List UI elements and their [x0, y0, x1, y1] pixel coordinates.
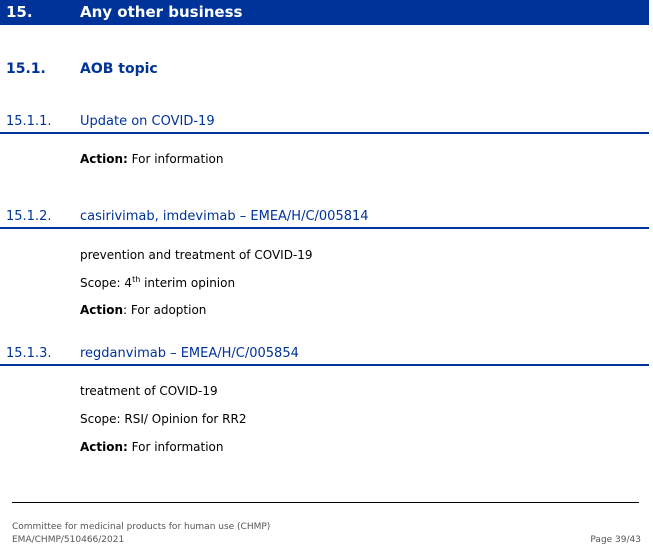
- subsection-number: 15.1.: [6, 61, 46, 77]
- item-title: casirivimab, imdevimab – EMEA/H/C/005814: [80, 209, 369, 224]
- page-number: Page 39/43: [590, 535, 641, 545]
- footer-reference: EMA/CHMP/510466/2021: [12, 535, 125, 545]
- item-action: Action: For adoption: [80, 303, 206, 317]
- action-value: : For adoption: [123, 303, 207, 317]
- item-heading-15-1-2: 15.1.2. casirivimab, imdevimab – EMEA/H/…: [0, 207, 649, 229]
- item-title: Update on COVID-19: [80, 114, 215, 129]
- section-number: 15.: [6, 3, 33, 21]
- section-title: Any other business: [80, 3, 243, 21]
- subsection-heading: 15.1. AOB topic: [0, 61, 649, 81]
- action-value: For information: [127, 152, 224, 166]
- scope-prefix: Scope: 4: [80, 276, 133, 290]
- subsection-title: AOB topic: [80, 61, 158, 77]
- scope-suffix: interim opinion: [140, 276, 236, 290]
- action-label: Action: [80, 303, 124, 317]
- footer-divider: [12, 502, 639, 503]
- item-number: 15.1.3.: [6, 346, 52, 361]
- item-description: treatment of COVID-19: [80, 384, 218, 398]
- item-number: 15.1.2.: [6, 209, 52, 224]
- item-title: regdanvimab – EMEA/H/C/005854: [80, 346, 299, 361]
- item-action: Action: For information: [80, 440, 223, 454]
- section-heading: 15. Any other business: [0, 0, 649, 25]
- item-action: Action: For information: [80, 152, 223, 166]
- action-label: Action:: [80, 152, 128, 166]
- item-description: prevention and treatment of COVID-19: [80, 248, 313, 262]
- action-value: For information: [127, 440, 224, 454]
- footer-committee: Committee for medicinal products for hum…: [12, 522, 271, 532]
- item-heading-15-1-1: 15.1.1. Update on COVID-19: [0, 112, 649, 134]
- item-scope: Scope: 4th interim opinion: [80, 276, 236, 291]
- item-number: 15.1.1.: [6, 114, 52, 129]
- action-label: Action:: [80, 440, 128, 454]
- item-scope: Scope: RSI/ Opinion for RR2: [80, 412, 247, 426]
- item-heading-15-1-3: 15.1.3. regdanvimab – EMEA/H/C/005854: [0, 344, 649, 366]
